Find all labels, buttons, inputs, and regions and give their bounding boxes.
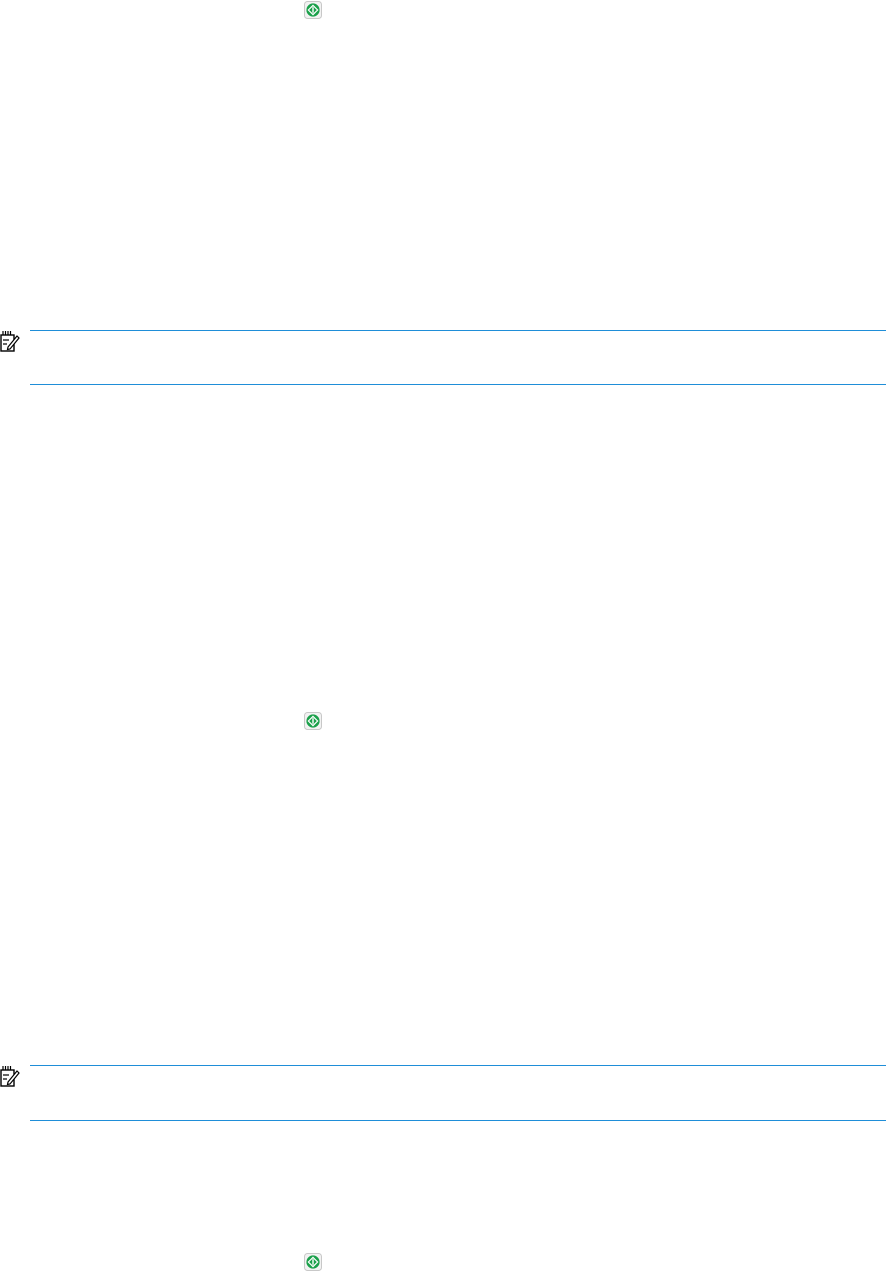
start-button-icon[interactable] (304, 712, 322, 730)
note-bottom-rule (30, 1120, 886, 1121)
note-top-rule (30, 1065, 886, 1066)
start-button-icon[interactable] (304, 1253, 322, 1271)
note-top-rule (30, 330, 886, 331)
note-pencil-icon (0, 1066, 20, 1087)
note-bottom-rule (30, 384, 886, 385)
start-button-icon[interactable] (304, 1, 322, 19)
note-pencil-icon (0, 331, 20, 352)
